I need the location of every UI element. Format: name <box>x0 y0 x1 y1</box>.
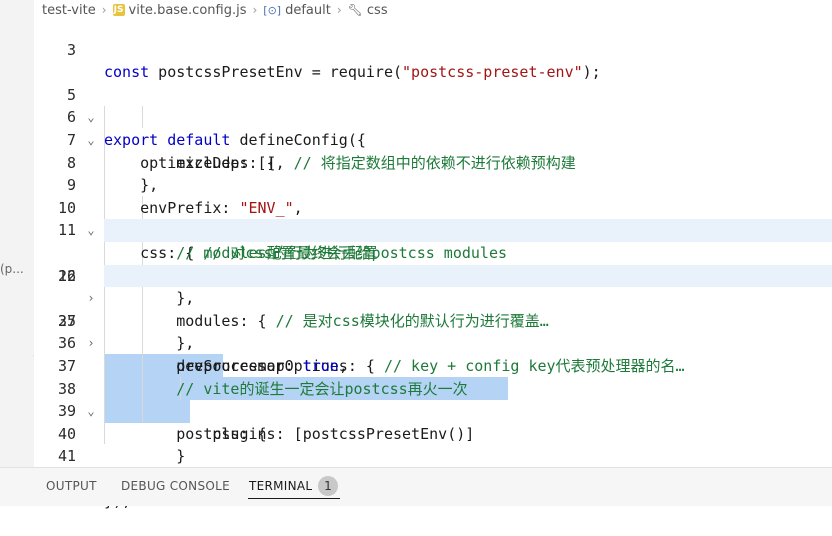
chevron-right-icon: › <box>336 3 342 17</box>
code-line[interactable]: 39 plugins: [postcssPresetEnv()] <box>34 378 832 443</box>
code-line[interactable]: 42 }); <box>34 445 832 511</box>
code-line[interactable] <box>34 39 832 62</box>
module-symbol-icon: [⊙] <box>263 3 282 17</box>
code-line[interactable]: 8 }, <box>34 129 832 195</box>
code-line[interactable]: 26 }, <box>34 242 832 308</box>
javascript-file-icon: JS <box>112 4 125 16</box>
code-line[interactable]: 38 ⌄ postcss: { <box>34 355 832 443</box>
code-line[interactable]: 40 } <box>34 400 832 466</box>
tab-terminal[interactable]: TERMINAL <box>249 479 312 493</box>
terminal-count-badge: 1 <box>318 476 338 496</box>
tab-debug-console[interactable]: DEBUG CONSOLE <box>121 479 230 493</box>
code-line[interactable]: 11 // modules配置最终会丢给postcss modules <box>34 197 832 262</box>
activity-edge: (p... <box>0 0 34 505</box>
code-line[interactable]: 41 } <box>34 423 832 488</box>
code-editor[interactable]: test-vite › JS vite.base.config.js › [⊙]… <box>34 0 832 511</box>
active-tab-indicator <box>248 498 340 499</box>
code-line[interactable]: 35 }, <box>34 287 832 353</box>
bottom-panel: OUTPUT DEBUG CONSOLE TERMINAL 1 <box>0 467 832 506</box>
code-line[interactable]: 3 const postcssPresetEnv = require("post… <box>34 16 832 82</box>
tab-output[interactable]: OUTPUT <box>46 479 97 493</box>
collapsed-panel-label: (p... <box>0 262 24 276</box>
code-line[interactable]: 37 // vite的诞生一定会让postcss再火一次 <box>34 332 832 398</box>
code-line-folded[interactable]: 27 › preprocessorOptions: { // key + con… <box>34 264 832 375</box>
code-line[interactable]: 10 ⌄ css: { // 对css的行为进行配置 <box>34 174 832 262</box>
code-line[interactable]: 7 exclude: [], // 将指定数组中的依赖不进行依赖预构建 <box>34 106 832 172</box>
code-line[interactable]: 36 devSourcemap: true, <box>34 310 832 375</box>
code-line[interactable]: 9 envPrefix: "ENV_", <box>34 152 832 217</box>
chevron-right-icon: › <box>252 3 258 17</box>
chevron-right-icon: › <box>101 3 107 17</box>
code-line[interactable]: 5 ⌄ export default defineConfig({ <box>34 61 832 149</box>
wrench-icon: 🔧︎ <box>347 3 363 17</box>
code-lines[interactable]: 3 const postcssPresetEnv = require("post… <box>34 16 832 511</box>
code-line[interactable]: 6 ⌄ optimizeDeps: { <box>34 84 832 171</box>
code-line-folded[interactable]: 12 › modules: { // 是对css模块化的默认行为进行覆盖… <box>34 219 832 330</box>
